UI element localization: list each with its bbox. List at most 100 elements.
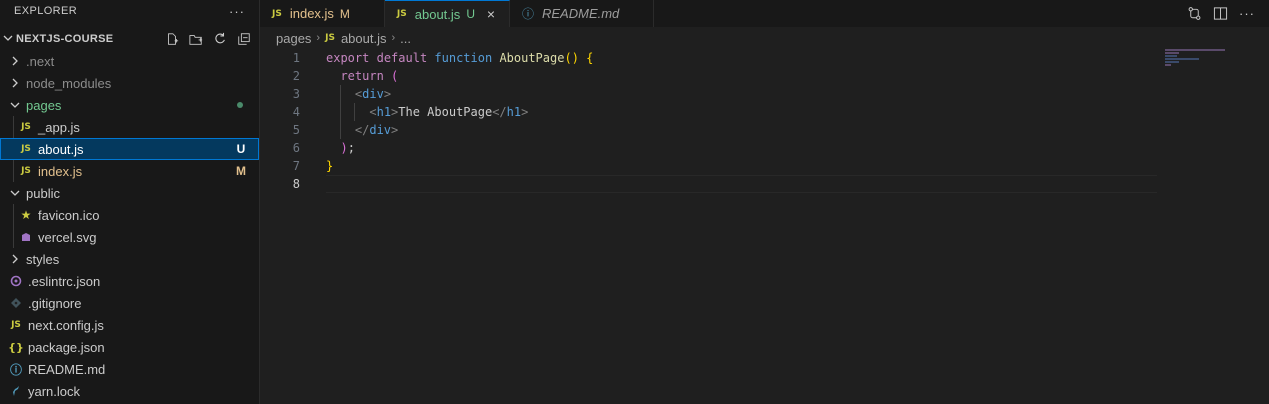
tree-item-label: styles [26,251,60,267]
tree-item-vercel-svg[interactable]: vercel.svg [0,226,259,248]
git-icon [8,297,24,309]
tab-index-js[interactable]: JS index.js M [260,0,385,27]
split-editor-icon[interactable] [1213,6,1229,22]
git-badge: M [236,164,246,178]
close-icon[interactable]: × [483,6,499,22]
tree-item-eslintrc[interactable]: .eslintrc.json [0,270,259,292]
chevron-down-icon [8,188,22,198]
tree-item-public[interactable]: public [0,182,259,204]
tab-label: about.js [414,6,461,22]
code-token: ( [391,69,399,83]
tab-label: README.md [542,6,620,21]
code-token: { [586,51,594,65]
breadcrumb-file[interactable]: about.js [341,31,387,46]
tree-item-pages[interactable]: pages [0,94,259,116]
tab-bar: JS index.js M JS about.js U × ⓘ README.m… [260,0,1269,27]
tree-item-app-js[interactable]: JS _app.js [0,116,259,138]
chevron-right-icon [8,254,22,264]
tree-item-yarn-lock[interactable]: yarn.lock [0,380,259,402]
breadcrumb: pages › JS about.js › ... [260,27,1269,49]
indent-guide [13,116,14,138]
more-actions-icon[interactable]: ··· [229,4,245,19]
refresh-icon[interactable] [211,31,229,47]
code-token: ; [347,141,355,155]
tree-item-about-js[interactable]: JS about.js U [0,138,259,160]
chevron-right-icon [8,56,22,66]
tree-item-label: about.js [38,141,84,157]
code-line[interactable]: 3 <div> [260,85,1269,103]
tree-item-gitignore[interactable]: .gitignore [0,292,259,314]
minimap[interactable] [1165,49,1269,69]
code-text: export default function AboutPage() { [326,51,593,65]
tree-item-index-js[interactable]: JS index.js M [0,160,259,182]
new-file-icon[interactable] [163,31,181,47]
code-token: div [362,87,384,101]
line-number: 6 [292,141,300,155]
indent-guide [13,160,14,182]
line-number: 5 [292,123,300,137]
code-line[interactable]: 8 [260,175,1269,193]
tree-item-styles[interactable]: styles [0,248,259,270]
tree-item-label: pages [26,97,62,113]
tree-item-favicon[interactable]: ★ favicon.ico [0,204,259,226]
more-actions-icon[interactable]: ··· [1239,6,1255,22]
code-token: </ [354,123,370,137]
javascript-file-icon: JS [396,9,407,19]
code-editor[interactable]: 1 export default function AboutPage() {2 … [260,49,1269,193]
line-number: 3 [292,87,300,101]
code-token: The AboutPage [398,105,493,119]
code-token: h1 [506,105,522,119]
eslint-icon [8,275,24,287]
code-token: export [326,51,370,65]
code-text: <h1>The AboutPage</h1> [326,105,528,119]
git-status-dot [237,102,243,108]
chevron-right-icon: › [391,32,396,44]
open-changes-icon[interactable] [1187,6,1203,22]
breadcrumb-symbol[interactable]: ... [400,31,411,46]
code-token: div [369,123,392,137]
javascript-file-icon: JS [21,166,31,176]
code-token: default [376,51,428,65]
tab-about-js[interactable]: JS about.js U × [384,0,510,27]
info-icon: ⓘ [9,362,22,377]
tab-label: index.js [289,6,334,21]
explorer-header: EXPLORER ··· [0,0,259,22]
file-tree: .next node_modules pages JS _app.js JS a… [0,50,259,402]
javascript-file-icon: JS [21,122,31,132]
tree-item-package-json[interactable]: {} package.json [0,336,259,358]
tree-item-next-config[interactable]: JS next.config.js [0,314,259,336]
code-line[interactable]: 1 export default function AboutPage() { [260,49,1269,67]
project-folder[interactable]: NEXTJS-COURSE [0,28,259,50]
tree-item-node-modules[interactable]: node_modules [0,72,259,94]
line-number: 7 [292,159,300,173]
chevron-down-icon[interactable] [2,33,14,46]
tree-item-label: yarn.lock [28,383,81,399]
breadcrumb-folder[interactable]: pages [276,31,311,46]
code-line[interactable]: 6 ); [260,139,1269,157]
tree-item-label: index.js [38,163,83,179]
code-token: function [434,51,493,65]
code-line[interactable]: 7} [260,157,1269,175]
code-line[interactable]: 5 </div> [260,121,1269,139]
line-number: 2 [292,69,300,83]
code-text: return ( [326,69,398,83]
code-token: < [369,105,377,119]
new-folder-icon[interactable] [187,31,205,47]
tree-item-label: vercel.svg [38,229,97,245]
editor-area: JS index.js M JS about.js U × ⓘ README.m… [260,0,1269,404]
code-token: > [391,123,399,137]
code-token: AboutPage [499,51,565,65]
collapse-all-icon[interactable] [235,31,253,47]
tree-item-next[interactable]: .next [0,50,259,72]
code-line[interactable]: 4 <h1>The AboutPage</h1> [260,103,1269,121]
code-line[interactable]: 2 return ( [260,67,1269,85]
json-file-icon: {} [8,340,24,354]
project-name: NEXTJS-COURSE [16,33,114,45]
tree-item-readme[interactable]: ⓘ README.md [0,358,259,380]
code-token: } [326,159,334,173]
tab-readme[interactable]: ⓘ README.md [509,0,655,27]
